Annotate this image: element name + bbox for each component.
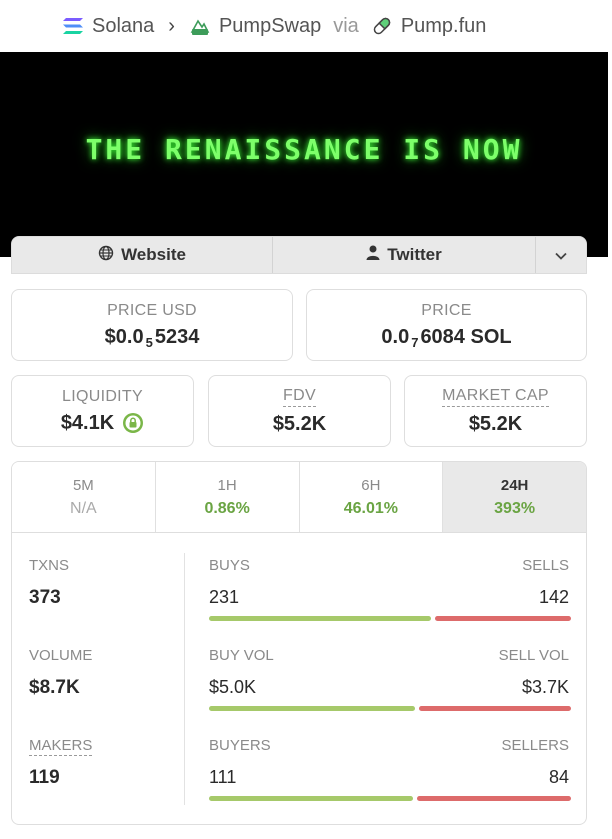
sellers-bar <box>416 796 571 801</box>
fdv-value: $5.2K <box>272 412 327 435</box>
sell-vol-bar <box>419 706 571 711</box>
price-usd-value: $0.0 5 5234 <box>104 325 200 350</box>
sell-vol-label: SELL VOL <box>498 647 569 664</box>
breadcrumb-launchpad-link[interactable]: Pump.fun <box>401 15 487 38</box>
market-cap-value: $5.2K <box>468 412 523 435</box>
website-label: Website <box>121 245 186 264</box>
liquidity-value-row: $4.1K <box>61 412 144 435</box>
sell-vol-value: $3.7K <box>521 677 569 697</box>
tab-5m[interactable]: 5M N/A <box>12 462 156 532</box>
makers-value: 119 <box>29 767 60 788</box>
website-button[interactable]: Website <box>12 237 273 273</box>
buy-vol-bar <box>209 706 416 711</box>
buyers-value: 111 <box>209 767 237 787</box>
pill-logo-icon <box>371 15 393 37</box>
price-usd-prefix: $0.0 <box>104 325 144 348</box>
price-usd-card: PRICE USD $0.0 5 5234 <box>11 289 293 361</box>
tab-24h[interactable]: 24H 393% <box>443 462 586 532</box>
trade-stats-panel: TXNS 373 VOLUME $8.7K MAKERS 119 BUYS 23… <box>11 533 587 825</box>
buys-label: BUYS <box>209 557 250 574</box>
fdv-card: FDV $5.2K <box>208 375 391 447</box>
fdv-label[interactable]: FDV <box>283 387 316 407</box>
market-cap-card: MARKET CAP $5.2K <box>404 375 587 447</box>
token-banner-image: THE RENAISSANCE IS NOW <box>0 52 608 257</box>
breadcrumb-dex-link[interactable]: PumpSwap <box>219 15 321 38</box>
price-native-zero-count: 7 <box>411 334 419 350</box>
volume-label: VOLUME <box>29 647 93 664</box>
sells-label: SELLS <box>522 557 569 574</box>
liquidity-card: LIQUIDITY $4.1K <box>11 375 194 447</box>
buyers-bar <box>209 796 413 801</box>
user-icon <box>366 245 380 265</box>
price-usd-label: PRICE USD <box>107 301 197 319</box>
tab-6h-change: 46.01% <box>343 499 398 517</box>
lock-icon[interactable] <box>122 412 144 434</box>
breadcrumb-chain-link[interactable]: Solana <box>92 15 154 38</box>
liquidity-value: $4.1K <box>60 411 115 434</box>
more-links-dropdown[interactable] <box>536 237 586 273</box>
pumpswap-logo-icon <box>189 15 211 37</box>
sells-value: 142 <box>538 587 569 607</box>
price-native-label: PRICE <box>421 301 472 319</box>
price-native-value: 0.0 7 6084 SOL <box>381 325 512 350</box>
tab-6h-label: 6H <box>361 476 381 494</box>
buy-vol-value: $5.0K <box>209 677 257 697</box>
sells-bar <box>435 616 571 621</box>
tab-1h[interactable]: 1H 0.86% <box>155 462 300 532</box>
txns-value: 373 <box>29 587 61 608</box>
txns-label: TXNS <box>29 557 70 574</box>
links-bar: Website Twitter <box>11 236 587 274</box>
market-cap-label[interactable]: MARKET CAP <box>442 387 549 407</box>
tab-6h[interactable]: 6H 46.01% <box>299 462 444 532</box>
twitter-button[interactable]: Twitter <box>273 237 536 273</box>
tab-5m-label: 5M <box>72 476 94 494</box>
price-native-card: PRICE 0.0 7 6084 SOL <box>306 289 587 361</box>
tab-5m-change: N/A <box>70 499 97 517</box>
chevron-right-icon: › <box>168 14 175 37</box>
timeframe-tabs: 5M N/A 1H 0.86% 6H 46.01% 24H 393% <box>11 461 587 533</box>
stats-divider <box>184 553 185 805</box>
buyers-label: BUYERS <box>209 737 271 754</box>
price-native-prefix: 0.0 <box>381 325 410 348</box>
twitter-label: Twitter <box>387 245 442 264</box>
buys-value: 231 <box>209 587 240 607</box>
globe-icon <box>98 245 114 266</box>
tab-24h-label: 24H <box>500 476 529 494</box>
price-usd-digits: 5234 <box>154 325 200 348</box>
makers-label[interactable]: MAKERS <box>29 737 93 756</box>
liquidity-label: LIQUIDITY <box>62 387 143 405</box>
tab-1h-label: 1H <box>217 476 237 494</box>
tab-1h-change: 0.86% <box>204 499 250 517</box>
sellers-label: SELLERS <box>501 737 569 754</box>
breadcrumb-via-text: via <box>333 14 359 37</box>
sellers-value: 84 <box>548 767 569 787</box>
volume-value: $8.7K <box>29 677 80 698</box>
tab-24h-change: 393% <box>494 499 536 517</box>
buys-bar <box>209 616 432 621</box>
solana-logo-icon <box>62 17 84 35</box>
breadcrumb: Solana › PumpSwap via Pump.fun <box>0 0 612 52</box>
banner-text: THE RENAISSANCE IS NOW <box>85 133 523 166</box>
price-usd-zero-count: 5 <box>145 334 153 350</box>
price-native-digits: 6084 SOL <box>420 325 512 348</box>
buy-vol-label: BUY VOL <box>209 647 274 664</box>
chevron-down-icon <box>555 245 567 265</box>
